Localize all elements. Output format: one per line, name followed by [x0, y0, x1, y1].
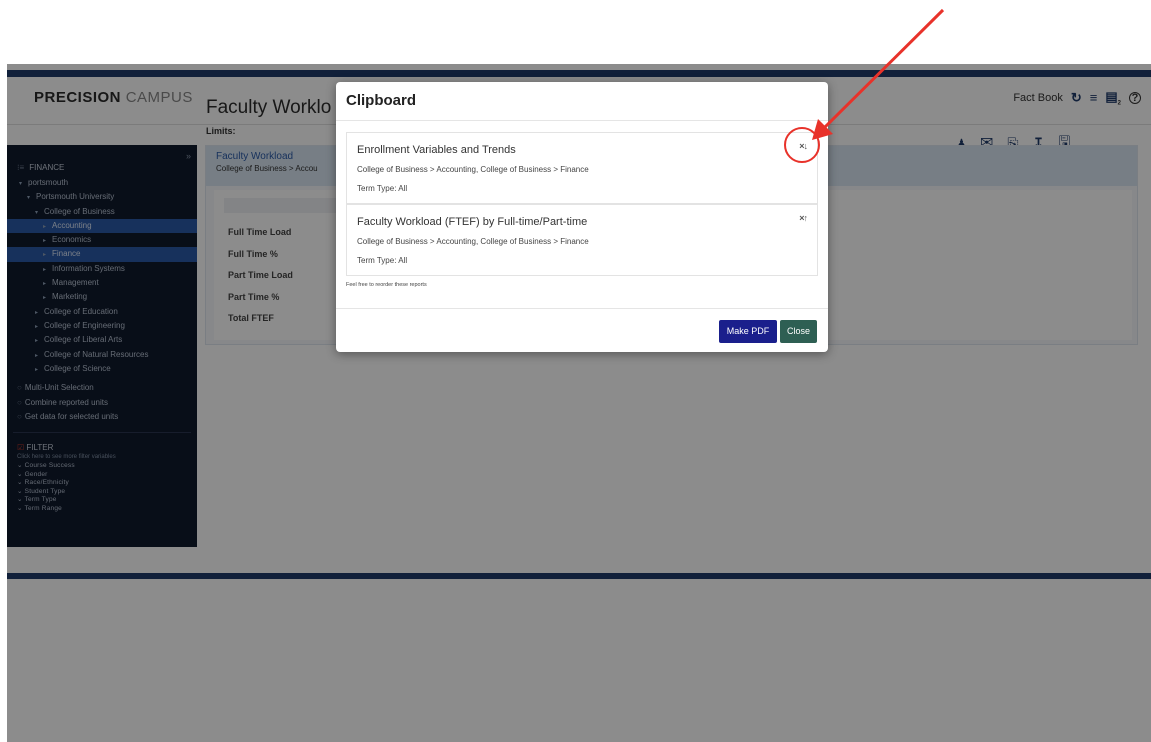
clipboard-item[interactable]: Faculty Workload (FTEF) by Full-time/Par…: [346, 204, 818, 276]
screen: PRECISION CAMPUS Fact Book ↻ ≡ ▤2 ? » ⁝≡…: [0, 0, 1151, 742]
remove-move-down-icon[interactable]: ×↓: [799, 141, 808, 151]
clipboard-item[interactable]: Enrollment Variables and Trends College …: [346, 132, 818, 204]
modal-divider-top: [336, 120, 828, 121]
clipboard-item-units: College of Business > Accounting, Colleg…: [357, 165, 589, 174]
make-pdf-button[interactable]: Make PDF: [719, 320, 777, 343]
reorder-hint: Feel free to reorder these reports: [346, 282, 427, 288]
remove-move-up-icon[interactable]: ×↑: [799, 213, 808, 223]
clipboard-item-title: Enrollment Variables and Trends: [357, 144, 516, 156]
clipboard-item-title: Faculty Workload (FTEF) by Full-time/Par…: [357, 216, 588, 228]
clipboard-modal: Clipboard Enrollment Variables and Trend…: [336, 82, 828, 352]
clipboard-item-units: College of Business > Accounting, Colleg…: [357, 237, 589, 246]
modal-title: Clipboard: [346, 92, 416, 109]
clipboard-item-term: Term Type: All: [357, 256, 408, 265]
close-button[interactable]: Close: [780, 320, 817, 343]
modal-divider-bottom: [336, 308, 828, 309]
clipboard-item-term: Term Type: All: [357, 184, 408, 193]
